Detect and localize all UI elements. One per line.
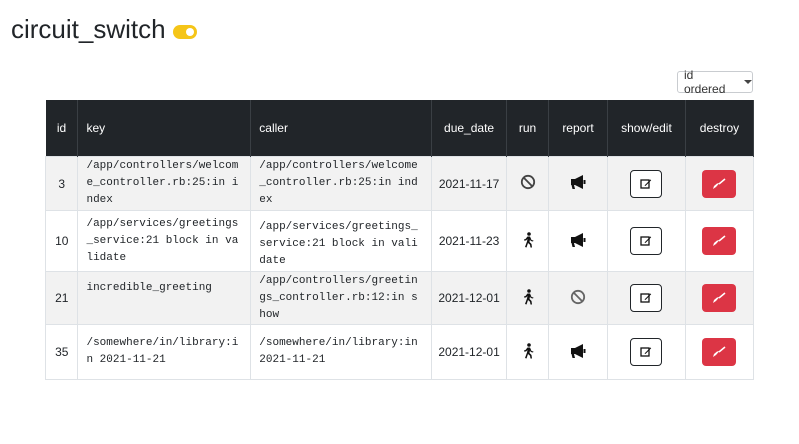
cell-id: 10	[44, 210, 79, 272]
ban-icon	[570, 289, 586, 305]
broom-icon	[713, 177, 726, 189]
broom-icon	[713, 235, 726, 246]
cell-show-edit	[606, 210, 686, 272]
edit-icon	[640, 293, 652, 303]
header-id: id	[45, 100, 79, 157]
edit-button[interactable]	[630, 169, 663, 198]
header-report: report	[548, 100, 608, 157]
header-key: key	[77, 100, 252, 157]
megaphone-icon	[569, 343, 587, 359]
cell-destroy	[684, 324, 755, 380]
toggle-switch[interactable]	[172, 24, 197, 39]
destroy-button[interactable]	[702, 169, 737, 198]
cell-key: /app/controllers/welcome_controller.rb:2…	[77, 156, 252, 211]
table-row: 10 /app/services/greetings_service:21 bl…	[44, 210, 755, 272]
circuit-table: id key caller due_date run report show/e…	[44, 100, 755, 380]
cell-show-edit	[606, 324, 686, 380]
cell-run	[506, 271, 550, 325]
cell-run	[506, 156, 550, 211]
cell-destroy	[684, 156, 755, 211]
cell-id: 3	[44, 156, 79, 211]
order-select-value: id ordered	[684, 68, 726, 96]
header-due-date: due_date	[431, 100, 508, 157]
walking-person-icon	[521, 342, 535, 359]
cell-show-edit	[606, 271, 686, 325]
table-row: 35 /somewhere/in/library:in 2021-11-21 /…	[44, 324, 755, 380]
header-destroy: destroy	[685, 100, 755, 157]
edit-button[interactable]	[630, 227, 663, 255]
cell-show-edit	[606, 156, 686, 211]
cell-caller: /app/controllers/welcome_controller.rb:2…	[250, 156, 433, 211]
table-row: 21 incredible_greeting /app/controllers/…	[44, 271, 755, 325]
walking-person-icon	[521, 288, 535, 305]
ban-icon	[520, 174, 536, 190]
header-run: run	[506, 100, 550, 157]
cell-caller: /somewhere/in/library:in 2021-11-21	[250, 324, 433, 380]
destroy-button[interactable]	[702, 338, 737, 366]
cell-report	[548, 271, 608, 325]
cell-report	[548, 324, 608, 380]
destroy-button[interactable]	[702, 284, 737, 312]
order-select[interactable]: id ordered	[677, 68, 753, 96]
cell-key: /somewhere/in/library:in 2021-11-21	[77, 324, 252, 380]
page-title: circuit_switch	[11, 14, 197, 45]
cell-run	[506, 210, 550, 272]
cell-id: 35	[44, 324, 79, 380]
header-caller: caller	[250, 100, 433, 157]
edit-button[interactable]	[630, 338, 663, 366]
cell-due-date: 2021-11-23	[431, 210, 508, 272]
cell-due-date: 2021-11-17	[431, 156, 508, 211]
cell-destroy	[684, 271, 755, 325]
cell-key: /app/services/greetings_service:21 block…	[77, 210, 252, 272]
walking-person-icon	[521, 231, 535, 248]
page-title-text: circuit_switch	[11, 14, 166, 44]
megaphone-icon	[569, 232, 587, 248]
cell-caller: /app/services/greetings_service:21 block…	[250, 210, 433, 272]
cell-key: incredible_greeting	[77, 271, 252, 325]
cell-due-date: 2021-12-01	[431, 271, 508, 325]
broom-icon	[713, 346, 726, 357]
destroy-button[interactable]	[702, 227, 737, 255]
edit-icon	[640, 178, 652, 189]
cell-id: 21	[44, 271, 79, 325]
cell-report	[548, 210, 608, 272]
header-show-edit: show/edit	[607, 100, 686, 157]
cell-run	[506, 324, 550, 380]
cell-due-date: 2021-12-01	[431, 324, 508, 380]
megaphone-icon	[569, 174, 587, 190]
edit-icon	[640, 236, 652, 246]
cell-caller: /app/controllers/greetings_controller.rb…	[250, 271, 433, 325]
table-header-row: id key caller due_date run report show/e…	[45, 100, 755, 157]
chevron-down-icon	[744, 80, 752, 84]
edit-icon	[640, 347, 652, 357]
broom-icon	[713, 292, 726, 303]
cell-report	[548, 156, 608, 211]
cell-destroy	[684, 210, 755, 272]
table-row: 3 /app/controllers/welcome_controller.rb…	[44, 156, 755, 211]
edit-button[interactable]	[630, 284, 663, 312]
